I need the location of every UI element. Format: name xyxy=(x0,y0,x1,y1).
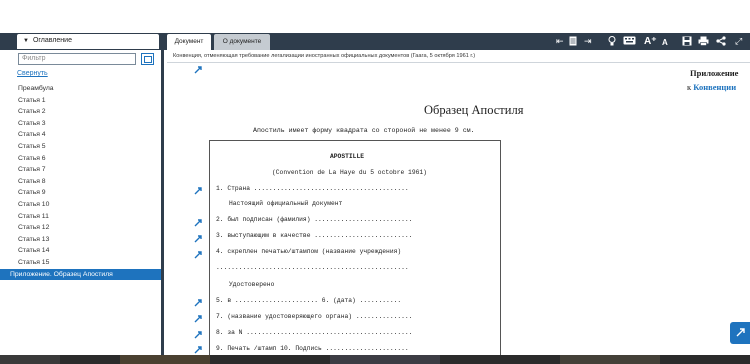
bottom-image-strip xyxy=(0,355,750,364)
toc-item[interactable]: Статья 15 xyxy=(0,257,161,269)
toc-item[interactable]: Статья 10 xyxy=(0,199,161,211)
convention-link[interactable]: Конвенции xyxy=(693,82,736,92)
link-marker-icon[interactable] xyxy=(194,66,202,74)
print-icon[interactable] xyxy=(698,36,709,49)
toc-item[interactable]: Статья 9 xyxy=(0,187,161,199)
filter-input[interactable]: Фильтр xyxy=(18,53,136,65)
page-title: Образец Апостиля xyxy=(424,103,524,117)
field-country: 1. Страна ..............................… xyxy=(216,185,409,192)
document-breadcrumb: Конвенция, отменяющая требование легализ… xyxy=(167,51,750,63)
field-seal: 4. скреплен печатью/штампом (название уч… xyxy=(216,248,402,255)
tab-document[interactable]: Документ xyxy=(167,34,211,50)
toc-item[interactable]: Статья 8 xyxy=(0,176,161,188)
toc-item[interactable]: Статья 13 xyxy=(0,234,161,246)
link-marker-icon[interactable] xyxy=(194,299,202,307)
toc-item[interactable]: Статья 12 xyxy=(0,222,161,234)
forward-arrow-icon[interactable]: ⇥ xyxy=(584,36,592,47)
link-marker-icon[interactable] xyxy=(194,187,202,195)
tab-about-document[interactable]: О документе xyxy=(214,34,270,50)
tab-contents[interactable]: ▼ Оглавление xyxy=(17,34,159,49)
field-signed-by: 2. был подписан (фамилия) ..............… xyxy=(216,216,413,223)
link-marker-icon[interactable] xyxy=(194,346,202,354)
share-icon[interactable] xyxy=(716,36,726,49)
field-place-date: 5. в ...................... 6. (дата) ..… xyxy=(216,297,402,304)
document-subtitle: Апостиль имеет форму квадрата со стороно… xyxy=(253,127,475,134)
document-icon[interactable] xyxy=(569,36,577,49)
toc-item[interactable]: Статья 7 xyxy=(0,164,161,176)
toc-item[interactable]: Статья 6 xyxy=(0,153,161,165)
toc-item[interactable]: Статья 4 xyxy=(0,129,161,141)
toc-item[interactable]: Статья 11 xyxy=(0,211,161,223)
link-marker-icon[interactable] xyxy=(194,315,202,323)
appendix-reference: к Конвенции xyxy=(687,82,736,92)
font-increase-button[interactable]: A⁺ xyxy=(644,36,657,47)
appendix-prefix: к xyxy=(687,82,692,92)
toc-item-active[interactable]: Приложение. Образец Апостиля xyxy=(0,268,161,281)
field-capacity: 3. выступающим в качестве ..............… xyxy=(216,232,413,239)
link-marker-icon[interactable] xyxy=(194,235,202,243)
field-number: 8. за N ................................… xyxy=(216,329,413,336)
collapse-link[interactable]: Свернуть xyxy=(17,70,48,77)
link-marker-icon[interactable] xyxy=(194,219,202,227)
link-marker-icon[interactable] xyxy=(194,331,202,339)
back-arrow-icon[interactable]: ⇤ xyxy=(556,36,564,47)
field-document-text: Настоящий официальный документ xyxy=(229,200,343,207)
field-stamp-signature: 9. Печать /штамп 10. Подпись ...........… xyxy=(216,345,409,352)
save-icon[interactable] xyxy=(682,36,692,49)
link-marker-icon[interactable] xyxy=(194,251,202,259)
font-decrease-button[interactable]: A xyxy=(662,37,668,48)
appendix-title: Приложение xyxy=(690,68,739,78)
filter-toggle-button[interactable] xyxy=(141,53,154,65)
toc-item[interactable]: Статья 14 xyxy=(0,245,161,257)
field-authority: 7. (название удостоверяющего органа) ...… xyxy=(216,313,413,320)
toc-item[interactable]: Статья 5 xyxy=(0,141,161,153)
floating-action-button[interactable] xyxy=(730,322,750,344)
lightbulb-icon[interactable] xyxy=(608,36,616,49)
expand-icon[interactable]: ⤢ xyxy=(735,36,742,47)
apostille-heading: APOSTILLE xyxy=(330,153,365,160)
field-certified: Удостоверено xyxy=(229,281,275,288)
table-of-contents: Преамбула Статья 1 Статья 2 Статья 3 Ста… xyxy=(0,83,161,281)
toc-item[interactable]: Преамбула xyxy=(0,83,161,95)
top-blank-area xyxy=(0,0,750,33)
toc-item[interactable]: Статья 3 xyxy=(0,118,161,130)
toc-item[interactable]: Статья 1 xyxy=(0,95,161,107)
keyboard-icon[interactable] xyxy=(623,36,636,48)
tab-contents-label: Оглавление xyxy=(32,37,72,44)
field-seal-dots: ........................................… xyxy=(216,264,409,271)
triangle-down-icon: ▼ xyxy=(23,38,29,44)
toc-item[interactable]: Статья 2 xyxy=(0,106,161,118)
convention-line: (Convention de La Haye du 5 octobre 1961… xyxy=(272,169,427,176)
